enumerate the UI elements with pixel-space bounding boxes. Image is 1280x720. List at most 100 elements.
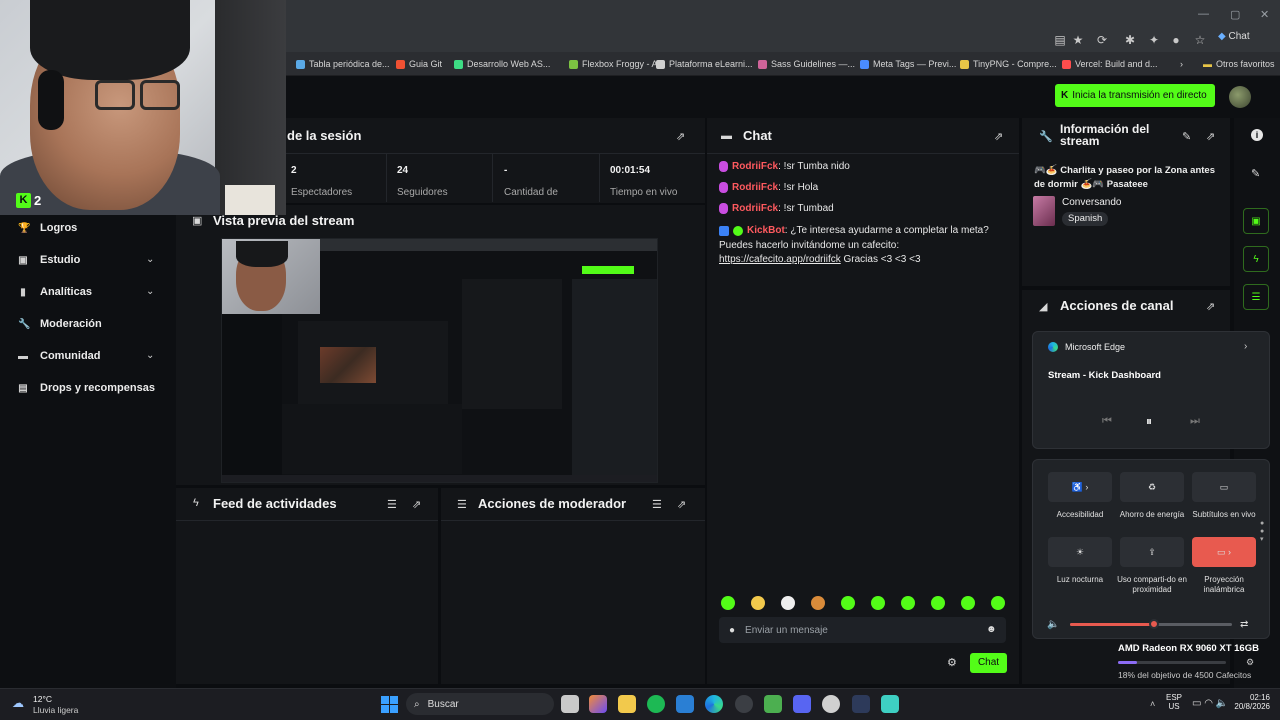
chevron-down-icon[interactable]: ⌄ xyxy=(146,254,154,265)
mod-filter-icon[interactable]: ☰ xyxy=(652,498,662,511)
minimize-icon[interactable]: — xyxy=(1198,8,1209,20)
feed-popout-icon[interactable]: ⇗ xyxy=(412,498,421,511)
qs-tile-6[interactable]: ▭ › xyxy=(1192,537,1256,567)
weather-desc[interactable]: Lluvia ligera xyxy=(33,705,78,715)
emote-icon[interactable] xyxy=(961,596,975,610)
volume-slider-thumb[interactable] xyxy=(1149,619,1159,629)
emote-icon[interactable] xyxy=(871,596,885,610)
chrome-icon[interactable] xyxy=(735,695,753,713)
spotify-icon[interactable] xyxy=(647,695,665,713)
favorites-icon[interactable]: ☆ xyxy=(1192,33,1208,49)
emote-icon[interactable] xyxy=(781,596,795,610)
sidebar-item-3[interactable]: ▮ Analíticas xyxy=(18,283,92,301)
refresh-icon[interactable]: ⟳ xyxy=(1094,33,1110,49)
bookmark-item[interactable]: Flexbox Froggy - A... xyxy=(569,56,665,72)
cafecito-link[interactable]: https://cafecito.app/rodriifck xyxy=(719,254,841,265)
stream-preview-video[interactable] xyxy=(221,238,658,483)
copilot-app-icon[interactable] xyxy=(589,695,607,713)
sidebar-item-2[interactable]: ▣ Estudio xyxy=(18,251,80,269)
user-avatar[interactable] xyxy=(1229,86,1251,108)
qs-tile-5[interactable]: ⇪ xyxy=(1120,537,1184,567)
emote-icon[interactable] xyxy=(721,596,735,610)
app-icon-8[interactable] xyxy=(764,695,782,713)
weather-temp[interactable]: 12°C xyxy=(33,694,52,704)
qs-tile-2[interactable]: ♻ xyxy=(1120,472,1184,502)
chevron-down-icon[interactable]: ⌄ xyxy=(146,286,154,297)
emote-icon[interactable] xyxy=(991,596,1005,610)
qs-tile-1[interactable]: ♿ › xyxy=(1048,472,1112,502)
sidebar-item-5[interactable]: ▬ Comunidad xyxy=(18,347,101,365)
pause-icon[interactable]: ⏸ xyxy=(1146,414,1152,429)
emote-icon[interactable] xyxy=(901,596,915,610)
chat-username[interactable]: RodriiFck xyxy=(732,161,778,172)
emote-icon[interactable] xyxy=(841,596,855,610)
category-name[interactable]: Conversando xyxy=(1062,197,1121,208)
file-explorer-icon[interactable] xyxy=(618,695,636,713)
emote-icon[interactable] xyxy=(811,596,825,610)
obs-icon[interactable] xyxy=(822,695,840,713)
star-icon[interactable]: ★ xyxy=(1070,33,1086,49)
emote-icon[interactable] xyxy=(751,596,765,610)
extension-icon[interactable]: ✱ xyxy=(1122,33,1138,49)
copilot-chat-button[interactable]: ◆ Chat xyxy=(1218,31,1250,42)
popout-icon[interactable]: ⇗ xyxy=(676,130,685,143)
tray-icons[interactable]: ▭ ◠ 🔈 xyxy=(1192,698,1228,709)
sidebar-item-4[interactable]: 🔧 Moderación xyxy=(18,315,102,333)
edge-taskbar-icon[interactable] xyxy=(705,695,723,713)
bookmark-item[interactable]: Vercel: Build and d... xyxy=(1062,56,1158,72)
maximize-icon[interactable]: ▢ xyxy=(1230,8,1240,21)
go-live-button[interactable]: K Inicia la transmisión en directo xyxy=(1055,84,1215,107)
taskview-icon[interactable] xyxy=(561,695,579,713)
chat-username[interactable]: RodriiFck xyxy=(732,203,778,214)
taskbar-search[interactable]: ⌕ Buscar xyxy=(406,693,554,715)
next-track-icon[interactable]: ⏭ xyxy=(1190,415,1200,428)
chat-send-button[interactable]: Chat xyxy=(970,653,1007,673)
windows-start-icon[interactable] xyxy=(381,696,398,713)
other-favorites[interactable]: ▬ Otros favoritos xyxy=(1203,56,1275,72)
vscode-icon[interactable] xyxy=(676,695,694,713)
channel-popout-icon[interactable]: ⇗ xyxy=(1206,300,1215,313)
chevron-down-icon[interactable]: ⌄ xyxy=(146,350,154,361)
mod-popout-icon[interactable]: ⇗ xyxy=(677,498,686,511)
bookmark-item[interactable]: Tabla periódica de... xyxy=(296,56,390,72)
chat-popout-icon[interactable]: ⇗ xyxy=(994,130,1003,143)
bookmark-chevron-icon[interactable]: › xyxy=(1180,56,1183,72)
qs-tile-4[interactable]: ☀ xyxy=(1048,537,1112,567)
clock[interactable]: 02:16 20/8/2026 xyxy=(1228,693,1270,711)
edit-pencil-icon[interactable]: ✎ xyxy=(1182,130,1191,143)
filter-icon[interactable]: ☰ xyxy=(387,498,397,511)
volume-icon[interactable]: 🔈 xyxy=(1047,619,1059,630)
app-icon-12[interactable] xyxy=(881,695,899,713)
bookmark-item[interactable]: Guia Git xyxy=(396,56,442,72)
bookmark-item[interactable]: Meta Tags — Previ... xyxy=(860,56,956,72)
rail-screen-icon[interactable]: ▣ xyxy=(1243,208,1269,234)
rail-lightning-icon[interactable]: ϟ xyxy=(1243,246,1269,272)
qs-tile-3[interactable]: ▭ xyxy=(1192,472,1256,502)
settings-gear-icon[interactable]: ⚙ xyxy=(947,656,957,669)
media-expand-icon[interactable]: › xyxy=(1244,341,1247,352)
edit-icon[interactable]: ✎ xyxy=(1251,167,1260,180)
bookmark-item[interactable]: Desarrollo Web AS... xyxy=(454,56,550,72)
category-thumbnail[interactable] xyxy=(1033,196,1055,226)
emote-icon[interactable] xyxy=(931,596,945,610)
info-popout-icon[interactable]: ⇗ xyxy=(1206,130,1215,143)
input-language[interactable]: ESP US xyxy=(1166,693,1182,711)
puzzle-icon[interactable]: ✦ xyxy=(1146,33,1162,49)
emoji-icon[interactable]: ☻ xyxy=(986,624,997,635)
qs-settings-icon[interactable]: ⚙ xyxy=(1246,657,1254,668)
tray-chevron-icon[interactable]: ˄ xyxy=(1150,699,1155,709)
bot-username[interactable]: KickBot xyxy=(747,225,785,236)
audio-output-icon[interactable]: ⇄ xyxy=(1240,619,1248,630)
bookmark-item[interactable]: TinyPNG - Compre... xyxy=(960,56,1057,72)
profile-avatar-icon[interactable]: ● xyxy=(1168,33,1184,49)
chat-username[interactable]: RodriiFck xyxy=(732,182,778,193)
bookmark-item[interactable]: Sass Guidelines —... xyxy=(758,56,855,72)
sidebar-item-1[interactable]: 🏆 Logros xyxy=(18,219,77,237)
qs-scroll-indicator[interactable]: ● ● ▾ xyxy=(1260,520,1264,544)
sidebar-item-6[interactable]: ▤ Drops y recompensas xyxy=(18,379,155,397)
discord-icon[interactable] xyxy=(793,695,811,713)
rail-list-icon[interactable]: ☰ xyxy=(1243,284,1269,310)
previous-track-icon[interactable]: ⏮ xyxy=(1102,415,1112,428)
reading-mode-icon[interactable]: ▤ xyxy=(1052,33,1068,49)
weather-icon[interactable]: ☁ xyxy=(12,696,24,710)
